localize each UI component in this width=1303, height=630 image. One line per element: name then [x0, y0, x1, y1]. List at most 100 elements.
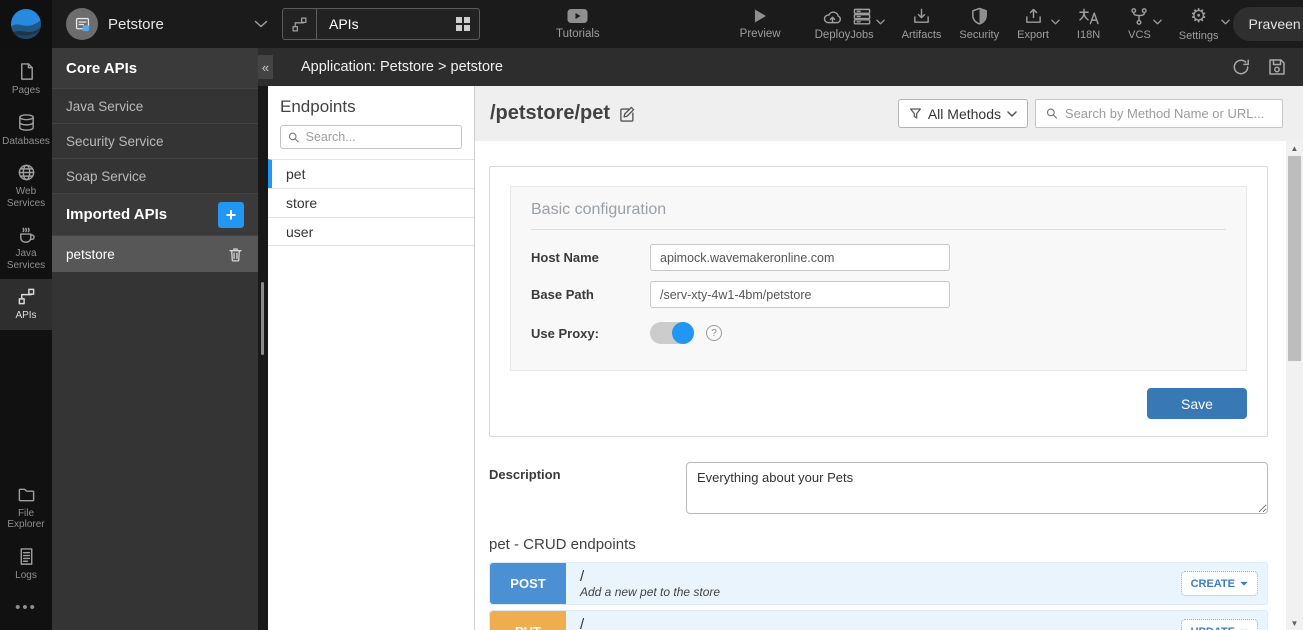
- tutorials-icon: [566, 8, 589, 24]
- main-area: /petstore/pet All Methods: [475, 86, 1303, 630]
- user-menu[interactable]: Praveen PR: [1233, 7, 1303, 41]
- method-search[interactable]: [1035, 99, 1283, 128]
- description-textarea[interactable]: Everything about your Pets: [686, 462, 1268, 514]
- save-project-button[interactable]: [1267, 57, 1287, 77]
- tutorials-label: Tutorials: [556, 28, 600, 40]
- project-name: Petstore: [108, 16, 164, 33]
- vcs-button[interactable]: VCS: [1128, 7, 1151, 41]
- rail-item-java-services[interactable]: Java Services: [0, 217, 52, 279]
- security-button[interactable]: Security: [959, 7, 999, 41]
- edit-pencil-icon[interactable]: [618, 105, 636, 123]
- description-label: Description: [489, 462, 686, 514]
- filter-funnel-icon: [909, 107, 922, 120]
- method-search-input[interactable]: [1065, 106, 1272, 121]
- brand-logo[interactable]: [0, 0, 52, 48]
- endpoints-search-input[interactable]: [306, 130, 454, 144]
- search-icon: [1046, 107, 1058, 120]
- endpoint-item-store[interactable]: store: [268, 188, 474, 217]
- deploy-cloud-icon: [821, 8, 844, 25]
- database-icon: [17, 113, 36, 132]
- rail-item-apis[interactable]: APIs: [0, 279, 52, 330]
- endpoints-panel: Endpoints pet store user: [268, 86, 475, 630]
- grid-waffle-icon[interactable]: [456, 17, 470, 31]
- rail-item-file-explorer[interactable]: File Explorer: [0, 477, 52, 539]
- method-badge-post: POST: [490, 563, 566, 604]
- branch-icon: [1129, 7, 1149, 26]
- chevron-down-icon: [1007, 111, 1017, 117]
- scroll-down-arrow[interactable]: ▼: [1286, 616, 1303, 630]
- rail-item-logs[interactable]: Logs: [0, 539, 52, 590]
- content-scroll-area: Basic configuration Host Name Base Path: [475, 141, 1286, 630]
- settings-button[interactable]: ⚙ Settings: [1179, 7, 1219, 42]
- config-card: Basic configuration Host Name Base Path: [489, 166, 1268, 437]
- sidebar-item-java-service[interactable]: Java Service: [52, 88, 258, 123]
- topbar-actions: Tutorials Preview Deploy: [556, 8, 850, 41]
- basic-config-title: Basic configuration: [531, 201, 1226, 230]
- project-switcher[interactable]: Petstore: [52, 8, 282, 40]
- sidebar-scrollbar-thumb[interactable]: [261, 282, 264, 355]
- workspace-selector-label: APIs: [329, 16, 359, 32]
- trash-icon[interactable]: [227, 246, 244, 263]
- endpoint-item-pet[interactable]: pet: [268, 159, 474, 188]
- i18n-button[interactable]: I18N: [1077, 7, 1100, 41]
- vertical-scrollbar[interactable]: ▲ ▼: [1286, 141, 1303, 630]
- breadcrumb: Application: Petstore > petstore: [301, 59, 503, 75]
- preview-button[interactable]: Preview: [740, 8, 781, 40]
- security-shield-icon: [970, 7, 989, 26]
- imported-apis-header: Imported APIs +: [52, 193, 258, 235]
- create-action-dropdown[interactable]: CREATE: [1181, 571, 1258, 596]
- wavemaker-logo-icon: [9, 7, 43, 41]
- sidebar-scrollbar[interactable]: [258, 86, 268, 630]
- tutorials-button[interactable]: Tutorials: [556, 8, 600, 40]
- base-path-field[interactable]: [650, 281, 950, 308]
- page-title: /petstore/pet: [490, 102, 610, 125]
- methods-filter-dropdown[interactable]: All Methods: [898, 99, 1028, 128]
- update-action-dropdown[interactable]: UPDATE: [1181, 619, 1258, 630]
- crud-row-post[interactable]: POST / Add a new pet to the store CREATE: [489, 562, 1268, 605]
- host-name-field[interactable]: [650, 244, 950, 271]
- petstore-label: petstore: [66, 247, 115, 262]
- floppy-save-icon: [1267, 57, 1287, 77]
- coffee-cup-icon: [17, 225, 36, 244]
- sidebar-item-petstore[interactable]: petstore: [52, 235, 258, 272]
- endpoint-item-user[interactable]: user: [268, 217, 474, 246]
- preview-label: Preview: [740, 28, 781, 40]
- crud-section-title: pet - CRUD endpoints: [489, 536, 1286, 553]
- rail-item-web-services[interactable]: Web Services: [0, 155, 52, 217]
- workspace-selector[interactable]: APIs: [282, 8, 480, 40]
- preview-icon: [754, 8, 767, 24]
- user-name: Praveen: [1249, 16, 1301, 32]
- export-button[interactable]: Export: [1017, 7, 1049, 41]
- method-badge-put: PUT: [490, 611, 566, 630]
- chevron-down-icon: [1221, 19, 1230, 25]
- search-icon: [288, 131, 300, 144]
- project-avatar-icon: [66, 8, 98, 40]
- artifacts-button[interactable]: Artifacts: [902, 7, 942, 41]
- sidebar-item-soap-service[interactable]: Soap Service: [52, 158, 258, 193]
- host-name-label: Host Name: [531, 250, 650, 265]
- deploy-label: Deploy: [815, 29, 851, 41]
- rail-item-databases[interactable]: Databases: [0, 105, 52, 156]
- jobs-button[interactable]: Jobs: [850, 7, 873, 41]
- imported-apis-label: Imported APIs: [66, 206, 167, 223]
- gear-icon: ⚙: [1190, 7, 1207, 27]
- refresh-button[interactable]: [1231, 57, 1251, 77]
- add-api-button[interactable]: +: [218, 202, 244, 228]
- jobs-icon: [852, 7, 872, 26]
- rail-item-pages[interactable]: Pages: [0, 54, 52, 105]
- export-upload-icon: [1024, 7, 1043, 26]
- use-proxy-toggle[interactable]: [650, 322, 694, 344]
- scroll-up-arrow[interactable]: ▲: [1286, 141, 1303, 155]
- sidebar-item-security-service[interactable]: Security Service: [52, 123, 258, 158]
- endpoints-search[interactable]: [280, 125, 462, 149]
- rail-more-button[interactable]: •••: [0, 589, 52, 630]
- endpoint-path: /: [580, 616, 699, 630]
- chevron-down-icon: [254, 20, 268, 28]
- crud-row-put[interactable]: PUT / Update an existing pet UPDATE: [489, 610, 1268, 630]
- collapse-sidebar-button[interactable]: «: [258, 55, 273, 79]
- deploy-button[interactable]: Deploy: [815, 8, 851, 41]
- save-button[interactable]: Save: [1147, 388, 1247, 419]
- scrollbar-thumb[interactable]: [1288, 156, 1301, 361]
- toggle-knob: [672, 322, 694, 344]
- help-icon[interactable]: ?: [706, 325, 722, 341]
